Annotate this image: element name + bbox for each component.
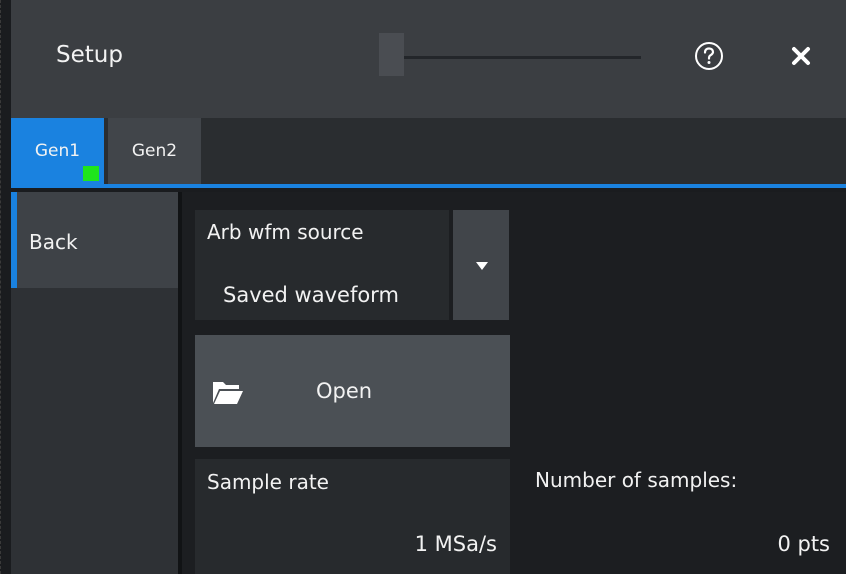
back-label: Back xyxy=(29,230,78,254)
dialog-drag-track xyxy=(385,56,641,59)
arb-wfm-source-label: Arb wfm source xyxy=(207,220,364,244)
sample-rate-value: 1 MSa/s xyxy=(414,532,497,556)
side-nav: Back xyxy=(11,192,178,574)
tab-gen2[interactable]: Gen2 xyxy=(108,118,201,184)
folder-open-icon xyxy=(213,382,243,404)
generator-tab-bar: Gen1 Gen2 xyxy=(11,118,846,186)
gen1-active-indicator xyxy=(83,166,99,181)
help-circle-icon xyxy=(695,42,723,70)
number-of-samples-value: 0 pts xyxy=(777,532,830,556)
open-label: Open xyxy=(316,379,373,403)
tab-gen1[interactable]: Gen1 xyxy=(11,118,104,184)
number-of-samples-label: Number of samples: xyxy=(535,468,738,492)
arb-wfm-source-value: Saved waveform xyxy=(223,283,399,307)
help-button[interactable] xyxy=(694,41,724,71)
dialog-title: Setup xyxy=(56,42,123,68)
sample-rate-label: Sample rate xyxy=(207,470,329,494)
tab-gen1-label: Gen1 xyxy=(34,141,81,161)
close-button[interactable] xyxy=(788,43,814,69)
tab-gen2-label: Gen2 xyxy=(131,141,178,161)
setup-dialog: Setup Gen1 Gen2 Back Arb wfm source Save… xyxy=(0,0,846,574)
dialog-drag-handle[interactable] xyxy=(379,33,404,76)
tab-underline xyxy=(11,184,846,188)
close-icon xyxy=(792,47,810,65)
chevron-down-icon xyxy=(476,262,488,270)
back-button[interactable]: Back xyxy=(11,192,178,288)
back-selection-accent xyxy=(11,192,17,288)
